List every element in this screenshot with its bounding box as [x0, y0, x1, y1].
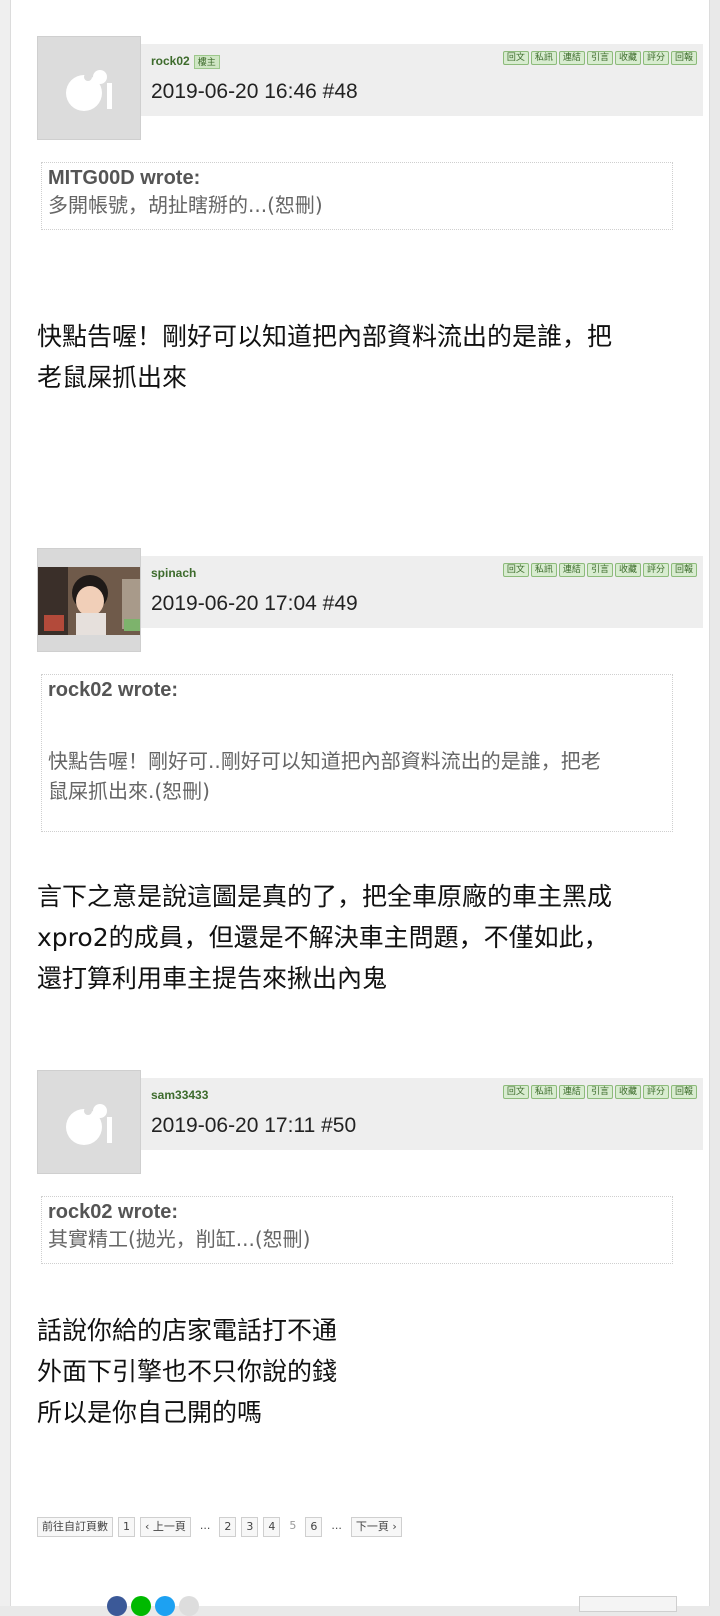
post-toolbar: 回文 私訊 連結 引言 收藏 評分 回報 [502, 1085, 697, 1099]
username[interactable]: spinach [151, 566, 196, 580]
private-message-button[interactable]: 私訊 [530, 51, 557, 65]
quote-text: 多開帳號，胡扯瞎掰的...(恕刪) [48, 193, 323, 217]
prev-page-button[interactable]: ‹ 上一頁 [140, 1517, 191, 1537]
pagination: 前往自訂頁數 1 ‹ 上一頁 ... 2 3 4 5 6 ... 下一頁 › [37, 1517, 402, 1537]
default-avatar-icon[interactable] [37, 36, 141, 140]
child-photo-avatar[interactable] [37, 548, 141, 652]
post-body: 言下之意是說這圖是真的了，把全車原廠的車主黑成 xpro2的成員，但還是不解決車… [37, 882, 613, 993]
quote-text: 其實精工(拋光，削缸...(恕刪) [48, 1227, 311, 1251]
username[interactable]: rock02 樓主 [151, 54, 220, 69]
op-badge: 樓主 [193, 54, 220, 69]
favorite-button[interactable]: 收藏 [614, 563, 641, 577]
post-toolbar: 回文 私訊 連結 引言 收藏 評分 回報 [502, 563, 697, 577]
share-row [107, 1596, 199, 1616]
reply-button[interactable]: 回文 [502, 51, 529, 65]
quote-button[interactable]: 引言 [586, 1085, 613, 1099]
post-timestamp: 2019-06-20 17:04 #49 [151, 592, 358, 615]
private-message-button[interactable]: 私訊 [530, 1085, 557, 1099]
post-timestamp: 2019-06-20 16:46 #48 [151, 80, 358, 103]
pagination-ellipsis: ... [199, 1519, 211, 1532]
page-link-first[interactable]: 1 [118, 1517, 135, 1537]
rate-button[interactable]: 評分 [642, 51, 669, 65]
post-timestamp: 2019-06-20 17:11 #50 [151, 1114, 357, 1137]
pagination-ellipsis: ... [331, 1519, 342, 1532]
facebook-share-icon[interactable] [107, 1596, 127, 1616]
quote-author: rock02 wrote: [48, 1201, 179, 1223]
rate-button[interactable]: 評分 [642, 1085, 669, 1099]
quote-box: rock02 wrote: 其實精工(拋光，削缸...(恕刪) [41, 1196, 673, 1264]
next-page-button[interactable]: 下一頁 › [350, 1517, 402, 1537]
post-header: sam33433 2019-06-20 17:11 #50 回文 私訊 連結 引… [141, 1078, 703, 1150]
report-button[interactable]: 回報 [670, 1085, 697, 1099]
post-toolbar: 回文 私訊 連結 引言 收藏 評分 回報 [502, 51, 697, 65]
private-message-button[interactable]: 私訊 [530, 563, 557, 577]
post-body: 話說你給的店家電話打不通 外面下引擎也不只你說的錢 所以是你自己開的嗎 [37, 1316, 338, 1427]
quote-author: MITG00D wrote: [48, 167, 201, 189]
page-link[interactable]: 3 [241, 1517, 259, 1537]
line-share-icon[interactable] [131, 1596, 151, 1616]
quote-author: rock02 wrote: [48, 679, 179, 701]
report-button[interactable]: 回報 [670, 563, 697, 577]
username[interactable]: sam33433 [151, 1088, 208, 1102]
default-avatar-icon[interactable] [37, 1070, 141, 1174]
current-page: 5 [289, 1519, 297, 1532]
post-body: 快點告喔！剛好可以知道把內部資料流出的是誰，把 老鼠屎抓出來 [37, 322, 613, 392]
thread-page: rock02 樓主 2019-06-20 16:46 #48 回文 私訊 連結 引… [10, 0, 710, 1616]
quote-text: 快點告喔！剛好可..剛好可以知道把內部資料流出的是誰，把老 鼠屎抓出來.(恕刪) [48, 749, 601, 803]
page-link[interactable]: 2 [219, 1517, 237, 1537]
favorite-button[interactable]: 收藏 [614, 51, 641, 65]
left-rail [0, 0, 10, 1606]
twitter-share-icon[interactable] [155, 1596, 175, 1616]
favorite-button[interactable]: 收藏 [614, 1085, 641, 1099]
link-button[interactable]: 連結 [558, 563, 585, 577]
quote-button[interactable]: 引言 [586, 563, 613, 577]
link-button[interactable]: 連結 [558, 51, 585, 65]
jump-box[interactable] [579, 1596, 677, 1612]
quote-box: rock02 wrote: 快點告喔！剛好可..剛好可以知道把內部資料流出的是誰… [41, 674, 673, 832]
rate-button[interactable]: 評分 [642, 563, 669, 577]
quote-box: MITG00D wrote: 多開帳號，胡扯瞎掰的...(恕刪) [41, 162, 673, 230]
reply-button[interactable]: 回文 [502, 563, 529, 577]
more-share-icon[interactable] [179, 1596, 199, 1616]
post-header: spinach 2019-06-20 17:04 #49 回文 私訊 連結 引言… [141, 556, 703, 628]
report-button[interactable]: 回報 [670, 51, 697, 65]
reply-button[interactable]: 回文 [502, 1085, 529, 1099]
goto-page-button[interactable]: 前往自訂頁數 [37, 1517, 113, 1537]
quote-button[interactable]: 引言 [586, 51, 613, 65]
page-link[interactable]: 6 [305, 1517, 323, 1537]
link-button[interactable]: 連結 [558, 1085, 585, 1099]
page-link[interactable]: 4 [263, 1517, 281, 1537]
post-header: rock02 樓主 2019-06-20 16:46 #48 回文 私訊 連結 引… [141, 44, 703, 116]
